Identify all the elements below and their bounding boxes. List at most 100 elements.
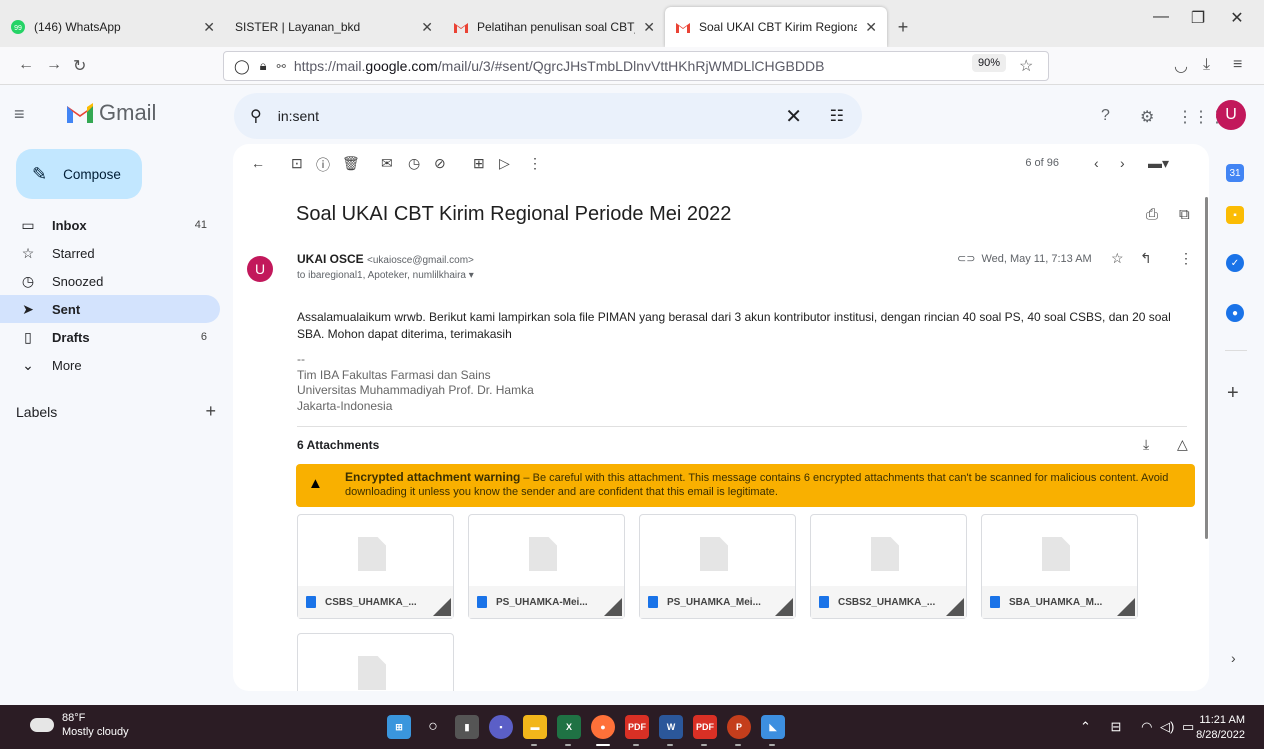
new-tab-button[interactable]: + [887, 7, 919, 47]
photos-icon[interactable]: ◣ [761, 715, 785, 739]
back-icon[interactable]: ← [18, 56, 34, 74]
attachment-card[interactable]: CSBS_UHAMKA_... [297, 514, 454, 619]
gmail-logo[interactable]: Gmail [67, 100, 156, 126]
clear-search-icon[interactable]: ✕ [785, 104, 802, 129]
main-menu-icon[interactable]: ≡ [14, 104, 25, 125]
firefox-icon[interactable]: ● [591, 715, 615, 739]
star-icon[interactable]: ☆ [1111, 250, 1124, 267]
weather-widget[interactable]: 88°F Mostly cloudy [30, 711, 129, 739]
search-icon[interactable]: ○ [421, 715, 445, 739]
powerpoint-icon[interactable]: P [727, 715, 751, 739]
label-icon[interactable]: ▷ [499, 155, 510, 172]
forward-icon[interactable]: → [46, 56, 62, 74]
sender-avatar[interactable]: U [247, 256, 273, 282]
attachment-card[interactable]: CSBS2_UHAMKA_... [810, 514, 967, 619]
word-icon[interactable]: W [659, 715, 683, 739]
download-all-icon[interactable]: ⤓ [1143, 436, 1149, 453]
chevron-up-icon[interactable]: ⌃ [1080, 719, 1091, 734]
reply-icon[interactable]: ↰ [1140, 250, 1152, 267]
close-icon[interactable]: ✕ [421, 19, 433, 36]
pdf-icon[interactable]: PDF [693, 715, 717, 739]
close-icon[interactable]: ✕ [203, 19, 215, 36]
shield-icon[interactable]: ◯ [234, 58, 250, 75]
download-icon[interactable]: ⤓ [1203, 56, 1210, 74]
archive-icon[interactable]: ⊡ [291, 155, 303, 172]
pdf-icon[interactable]: PDF [625, 715, 649, 739]
sidebar-item-snoozed[interactable]: ◷ Snoozed [0, 267, 220, 295]
attachment-card[interactable]: PS_UHAMKA-Mei... [468, 514, 625, 619]
excel-icon[interactable]: X [557, 715, 581, 739]
lock-icon[interactable]: 🔒︎ [260, 58, 267, 74]
sidebar-item-more[interactable]: ⌄ More [0, 351, 220, 379]
report-spam-icon[interactable]: ⓘ [316, 155, 330, 175]
settings-gear-icon[interactable]: ⚙ [1140, 107, 1154, 127]
back-to-list-icon[interactable]: ← [251, 155, 265, 171]
print-icon[interactable]: ⎙ [1146, 206, 1158, 223]
sidebar-item-sent[interactable]: ➤ Sent [0, 295, 220, 323]
tab-sister[interactable]: SISTER | Layanan_bkd ✕ [225, 7, 443, 47]
close-icon[interactable]: ✕ [865, 19, 877, 36]
bookmark-star-icon[interactable]: ☆ [1019, 56, 1033, 76]
more-options-icon[interactable]: ⋮ [1179, 250, 1193, 267]
attachment-card[interactable] [297, 633, 454, 691]
sender-name[interactable]: UKAI OSCE [297, 252, 364, 266]
delete-icon[interactable]: 🗑︎ [342, 155, 360, 172]
keep-icon[interactable]: ▪ [1226, 206, 1244, 224]
attachment-card[interactable]: PS_UHAMKA_Mei... [639, 514, 796, 619]
file-icon [648, 596, 658, 608]
sidebar-item-starred[interactable]: ☆ Starred [0, 239, 220, 267]
volume-icon[interactable]: ◁) [1160, 719, 1174, 734]
minimize-icon[interactable]: — [1146, 8, 1176, 26]
start-icon[interactable]: ⊞ [387, 715, 411, 739]
pocket-icon[interactable]: ◡ [1174, 56, 1188, 76]
menu-icon[interactable]: ≡ [1233, 56, 1242, 74]
snooze-icon[interactable]: ◷ [408, 155, 420, 172]
window-close-icon[interactable]: ✕ [1222, 8, 1252, 28]
open-new-window-icon[interactable]: ⧉ [1179, 206, 1190, 223]
keyboard-icon[interactable]: ⊟ [1111, 719, 1122, 734]
move-to-icon[interactable]: ⊞ [473, 155, 485, 172]
recipients-dropdown[interactable]: to ibaregional1, Apoteker, numlilkhaira … [297, 270, 474, 281]
add-label-icon[interactable]: + [205, 401, 216, 422]
search-input[interactable]: in:sent [278, 108, 319, 124]
zoom-level[interactable]: 90% [972, 54, 1007, 72]
close-icon[interactable]: ✕ [643, 19, 655, 36]
url-bar[interactable]: ◯ 🔒︎ ⚯ https://mail.google.com/mail/u/3/… [223, 51, 1049, 81]
more-options-icon[interactable]: ⋮ [528, 155, 542, 172]
expand-panel-icon[interactable]: › [1231, 650, 1236, 666]
attachment-card[interactable]: SBA_UHAMKA_M... [981, 514, 1138, 619]
add-app-icon[interactable]: + [1227, 382, 1239, 405]
tab-pelatihan[interactable]: Pelatihan penulisan soal CBT_N ✕ [443, 7, 665, 47]
sidebar-item-inbox[interactable]: ▭ Inbox 41 [0, 211, 220, 239]
file-explorer-icon[interactable]: ▬ [523, 715, 547, 739]
contacts-icon[interactable]: ● [1226, 304, 1244, 322]
teams-chat-icon[interactable]: ▪ [489, 715, 513, 739]
wifi-icon[interactable]: ◠ [1141, 719, 1152, 734]
sidebar-item-drafts[interactable]: ▯ Drafts 6 [0, 323, 220, 351]
permissions-icon[interactable]: ⚯ [277, 60, 286, 73]
mark-unread-icon[interactable]: ✉ [381, 155, 393, 172]
add-task-icon[interactable]: ⊘ [434, 155, 446, 172]
file-icon [306, 596, 316, 608]
compose-button[interactable]: ✎ Compose [16, 149, 142, 199]
search-icon[interactable]: ⚲ [250, 106, 262, 126]
task-view-icon[interactable]: ▮ [455, 715, 479, 739]
calendar-icon[interactable]: 31 [1226, 164, 1244, 182]
help-icon[interactable]: ? [1101, 107, 1110, 125]
search-bar[interactable]: ⚲ in:sent ✕ ☷ [234, 93, 862, 139]
older-chevron-icon[interactable]: › [1120, 155, 1125, 171]
account-avatar[interactable]: U [1216, 100, 1246, 130]
add-to-drive-icon[interactable]: △ [1177, 436, 1188, 453]
tab-soal-ukai[interactable]: Soal UKAI CBT Kirim Regional P ✕ [665, 7, 887, 47]
tab-whatsapp[interactable]: 99 (146) WhatsApp ✕ [0, 7, 225, 47]
url-text[interactable]: https://mail.google.com/mail/u/3/#sent/Q… [294, 58, 825, 74]
search-options-icon[interactable]: ☷ [830, 106, 844, 126]
restore-icon[interactable]: ❐ [1183, 8, 1213, 28]
reload-icon[interactable]: ↻ [73, 56, 86, 76]
tasks-icon[interactable]: ✓ [1226, 254, 1244, 272]
input-tools-icon[interactable]: ▬▾ [1148, 155, 1169, 172]
system-tray[interactable]: ⌃ ⊟ ◠ ◁) ▭ [1080, 719, 1194, 735]
clock[interactable]: 11:21 AM 8/28/2022 [1190, 713, 1245, 743]
scrollbar[interactable] [1205, 197, 1208, 539]
newer-chevron-icon[interactable]: ‹ [1094, 155, 1099, 171]
